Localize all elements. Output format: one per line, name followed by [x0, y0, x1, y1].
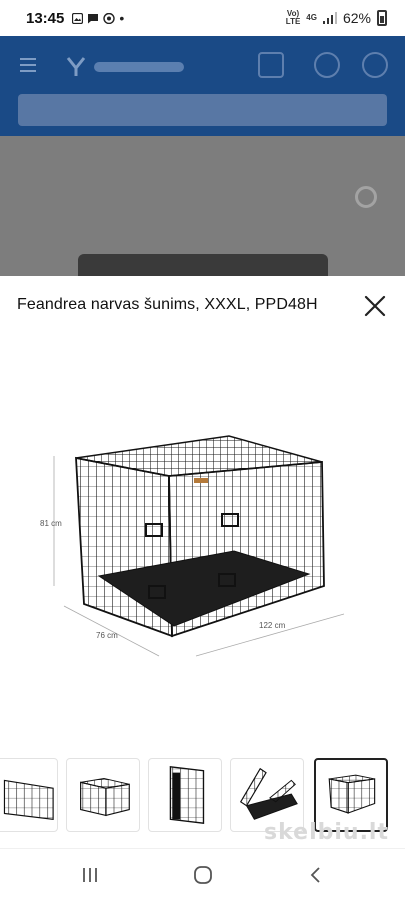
background-menu-icon — [20, 58, 36, 60]
status-right: Vo) LTE 4G 62% — [286, 10, 387, 26]
image-viewer-sheet: Feandrea narvas šunims, XXXL, PPD48H 81 … — [0, 276, 405, 848]
close-button[interactable] — [363, 294, 387, 318]
screen: 13:45 • Vo) LTE 4G 62% Feandrea narvas š… — [0, 0, 405, 900]
dimension-depth-label: 76 cm — [96, 631, 118, 640]
background-heart-icon — [314, 52, 340, 78]
status-bar: 13:45 • Vo) LTE 4G 62% — [0, 0, 405, 36]
battery-icon — [377, 10, 387, 26]
volte-indicator: Vo) LTE — [286, 10, 301, 26]
messenger-notification-icon — [103, 12, 116, 24]
navigation-bar — [0, 848, 405, 900]
back-button[interactable] — [296, 859, 336, 891]
background-page — [0, 36, 405, 276]
background-product-image — [78, 254, 328, 276]
thumb-crate-partial[interactable] — [0, 758, 58, 832]
signal-icon — [322, 12, 337, 24]
notification-icons: • — [72, 10, 124, 26]
recents-button[interactable] — [70, 859, 110, 891]
thumb-crate-folded[interactable] — [148, 758, 222, 832]
back-icon — [310, 867, 320, 883]
background-search — [18, 94, 387, 126]
thumb-crate-open-door[interactable] — [66, 758, 140, 832]
status-time: 13:45 — [26, 9, 65, 27]
gallery-notification-icon — [72, 12, 84, 24]
dimension-height-label: 81 cm — [40, 519, 62, 528]
volte-bottom: LTE — [285, 17, 301, 26]
dimension-width-label: 122 cm — [259, 621, 286, 630]
background-zoom-icon — [355, 186, 377, 208]
recents-icon — [83, 868, 97, 882]
background-cart-icon — [258, 52, 284, 78]
watermark: skelbiu.lt — [264, 820, 389, 845]
main-product-image[interactable]: 81 cm 76 cm 122 cm — [24, 426, 384, 666]
background-header — [0, 36, 405, 136]
home-button[interactable] — [183, 859, 223, 891]
battery-percent: 62% — [342, 10, 371, 26]
background-user-icon — [362, 52, 388, 78]
more-notifications-dot: • — [119, 10, 125, 26]
close-icon — [364, 295, 386, 317]
chat-notification-icon — [88, 13, 99, 23]
network-type: 4G — [306, 13, 317, 22]
home-icon — [194, 866, 212, 884]
dog-crate-image: 81 cm 76 cm 122 cm — [40, 435, 345, 657]
background-logo-icon — [66, 57, 184, 76]
product-title: Feandrea narvas šunims, XXXL, PPD48H — [17, 296, 318, 313]
